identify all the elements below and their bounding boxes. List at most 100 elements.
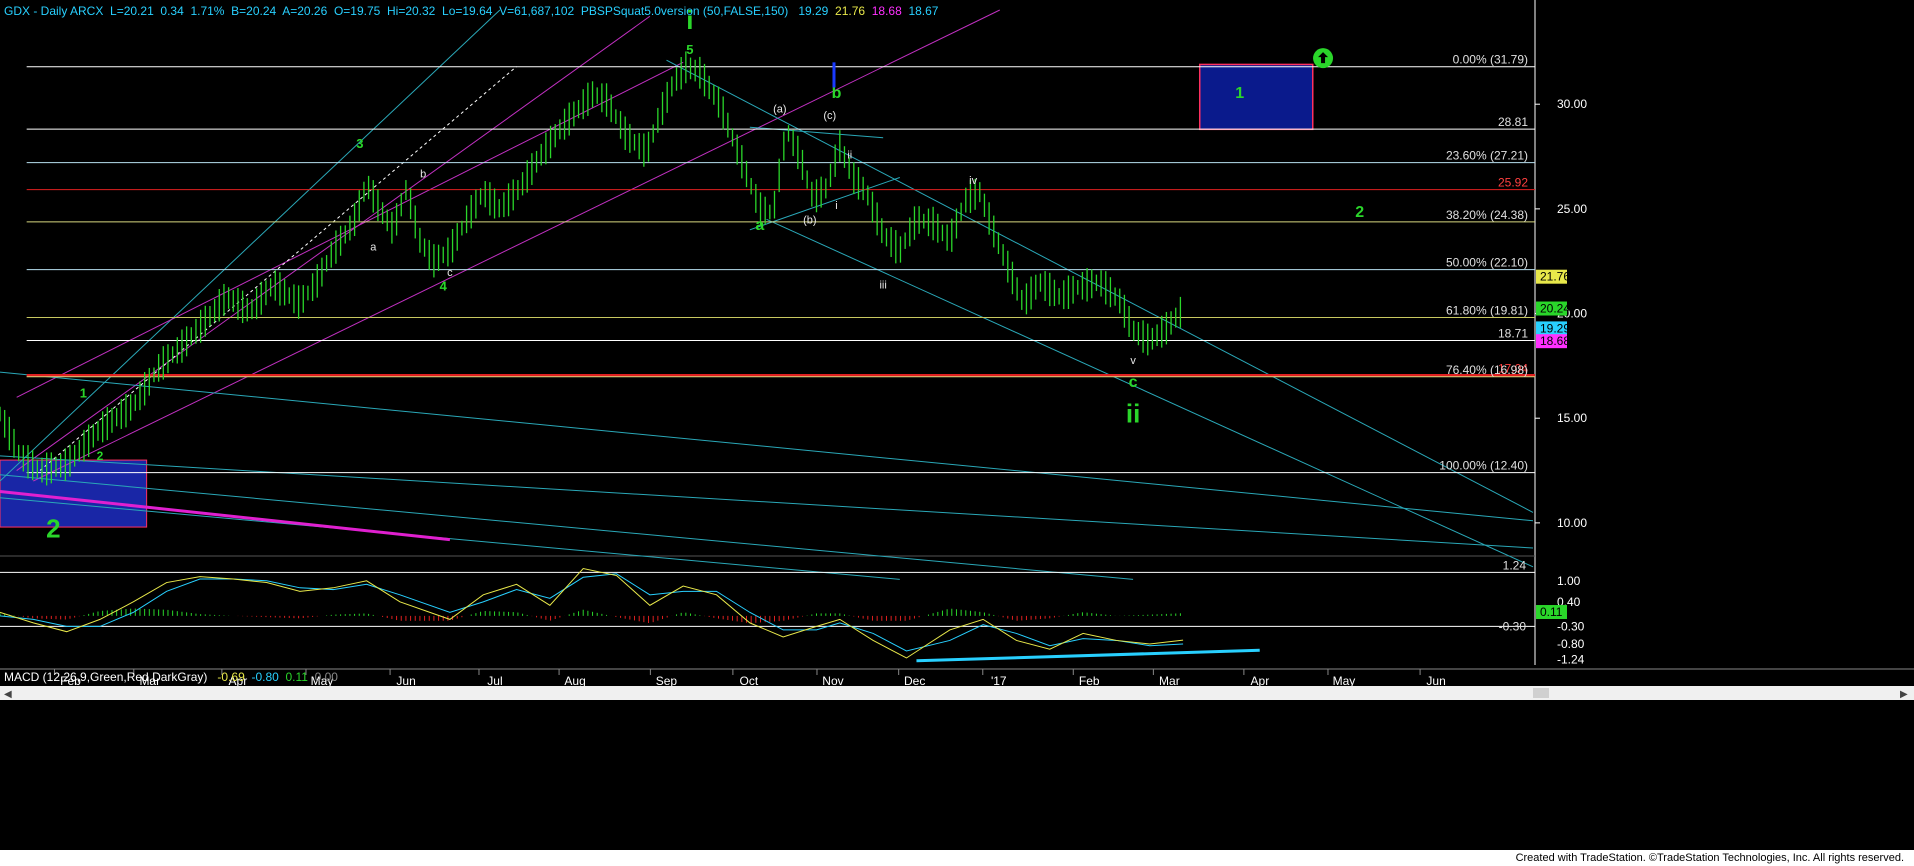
credit-text: Created with TradeStation. ©TradeStation… xyxy=(1515,852,1904,864)
study-val-3: 18.68 xyxy=(871,4,902,18)
level-label-2: 23.60% (27.21) xyxy=(1446,149,1528,163)
wave-label-21: ii xyxy=(1126,398,1140,428)
wave-label-20: c xyxy=(1129,374,1138,391)
price-tick-0: 30.00 xyxy=(1557,97,1587,111)
time-tick-9: Nov xyxy=(822,674,843,688)
time-tick-16: Jun xyxy=(1426,674,1445,688)
macd-tick-4: -1.24 xyxy=(1557,652,1585,666)
wave-label-14: (b) xyxy=(803,215,816,227)
level-label-4: 38.20% (24.38) xyxy=(1446,208,1528,222)
downtrend-line-2 xyxy=(766,218,1534,568)
time-tick-11: '17 xyxy=(991,674,1007,688)
wave-label-2: 3 xyxy=(356,136,363,151)
wave-label-13: a xyxy=(755,217,764,234)
scroll-left-icon[interactable]: ◀ xyxy=(4,689,12,700)
time-tick-4: Jun xyxy=(396,674,415,688)
macd-val-3: 0.11 xyxy=(285,670,308,684)
last-price: L=20.21 xyxy=(110,4,154,18)
time-tick-10: Dec xyxy=(904,674,925,688)
level-label-10: 100.00% (12.40) xyxy=(1439,459,1528,473)
macd-header: MACD (12,26,9,Green,Red,DarkGray) -0.69 … xyxy=(4,670,338,684)
level-label-9: 76.40% (16.98) xyxy=(1446,363,1528,377)
channel-line-2 xyxy=(16,15,651,471)
time-tick-15: May xyxy=(1333,674,1356,688)
price-tick-1: 25.00 xyxy=(1557,202,1587,216)
price-badge-0: 21.76 xyxy=(1540,270,1570,284)
macd-label: MACD (12,26,9,Green,Red,DarkGray) xyxy=(4,670,208,684)
wave-label-22: 1 xyxy=(1235,85,1244,102)
macd-divergence-line xyxy=(916,648,1260,663)
wave-label-6: 2 xyxy=(46,514,60,544)
macd-badge-0: 0.11 xyxy=(1540,605,1563,619)
price-tick-3: 15.00 xyxy=(1557,411,1587,425)
macd-histogram xyxy=(0,608,1181,624)
time-tick-8: Oct xyxy=(740,674,759,688)
time-tick-5: Jul xyxy=(487,674,502,688)
wave-label-10: (a) xyxy=(773,104,786,116)
study-val-1: 19.29 xyxy=(798,4,829,18)
level-label-7: 18.71 xyxy=(1498,327,1528,341)
wave-label-9: c xyxy=(447,267,453,279)
wave-label-11: (c) xyxy=(823,110,836,122)
price-axis-panel xyxy=(1535,0,1914,866)
tradestation-chart-window: { "header": { "symbol": "GDX - Daily ARC… xyxy=(0,0,1914,866)
wave-label-19: v xyxy=(1130,355,1136,367)
level-label-0: 0.00% (31.79) xyxy=(1453,53,1528,67)
wave-label-3: 4 xyxy=(440,279,448,294)
wave-label-18: iv xyxy=(969,175,977,187)
macd-val-2: -0.80 xyxy=(251,670,279,684)
level-label-3: 25.92 xyxy=(1498,176,1528,190)
time-tick-12: Feb xyxy=(1079,674,1100,688)
change: 0.34 xyxy=(160,4,184,18)
symbol-header: GDX - Daily ARCX L=20.21 0.34 1.71% B=20… xyxy=(4,4,938,18)
study-label: PBSPSquat5.0version (50,FALSE,150) xyxy=(580,4,789,18)
scrollbar-thumb[interactable] xyxy=(1533,688,1549,698)
wave-label-17: iii xyxy=(879,279,886,291)
time-tick-13: Mar xyxy=(1159,674,1180,688)
ask: A=20.26 xyxy=(282,4,328,18)
wave-label-7: a xyxy=(370,242,377,254)
macd-val-1: -0.69 xyxy=(217,670,245,684)
wave-label-23: 2 xyxy=(1355,204,1364,221)
wave-1-target-box xyxy=(1198,63,1314,131)
wave-label-15: ii xyxy=(847,150,852,162)
wave-label-16: i xyxy=(835,200,837,212)
downtrend-line-3 xyxy=(0,371,1534,522)
price-bars xyxy=(0,51,1182,486)
price-badge-1: 20.24 xyxy=(1540,302,1570,316)
wave-label-5: 2 xyxy=(97,449,104,463)
macd-tick-2: -0.30 xyxy=(1557,619,1585,633)
high: Hi=20.32 xyxy=(386,4,436,18)
price-tick-4: 10.00 xyxy=(1557,516,1587,530)
channel-line-4 xyxy=(33,9,1001,482)
macd-level-label-0: 1.24 xyxy=(1503,558,1527,572)
macd-tick-0: 1.00 xyxy=(1557,574,1581,588)
price-badge-3: 18.68 xyxy=(1540,334,1570,348)
wave-label-8: b xyxy=(420,168,426,180)
downtrend-line-4 xyxy=(0,455,1534,549)
scrollbar-track[interactable] xyxy=(0,686,1914,700)
blue-marker xyxy=(832,62,836,88)
bid: B=20.24 xyxy=(231,4,277,18)
level-label-5: 50.00% (22.10) xyxy=(1446,256,1528,270)
wave-label-1: 5 xyxy=(686,42,693,57)
downtrend-line-1 xyxy=(666,59,1534,513)
time-tick-7: Sep xyxy=(656,674,678,688)
macd-val-4: 0.00 xyxy=(314,670,338,684)
macd-level-label-1: -0.30 xyxy=(1499,619,1527,633)
study-val-2: 21.76 xyxy=(835,4,866,18)
change-pct: 1.71% xyxy=(190,4,225,18)
scroll-right-icon[interactable]: ▶ xyxy=(1900,689,1908,700)
study-val-4: 18.67 xyxy=(908,4,939,18)
price-chart: 0.00% (31.79) 28.81 23.60% (27.21) 25.92 38.… xyxy=(0,0,1914,866)
volume: V=61,687,102 xyxy=(499,4,575,18)
level-label-6: 61.80% (19.81) xyxy=(1446,304,1528,318)
symbol-label: GDX - Daily ARCX xyxy=(4,4,104,18)
low: Lo=19.64 xyxy=(442,4,493,18)
open: O=19.75 xyxy=(333,4,381,18)
time-tick-14: Apr xyxy=(1251,674,1270,688)
time-tick-6: Aug xyxy=(564,674,585,688)
wave-label-12: b xyxy=(832,85,842,102)
macd-tick-3: -0.80 xyxy=(1557,637,1585,651)
wave-label-4: 1 xyxy=(80,385,87,400)
